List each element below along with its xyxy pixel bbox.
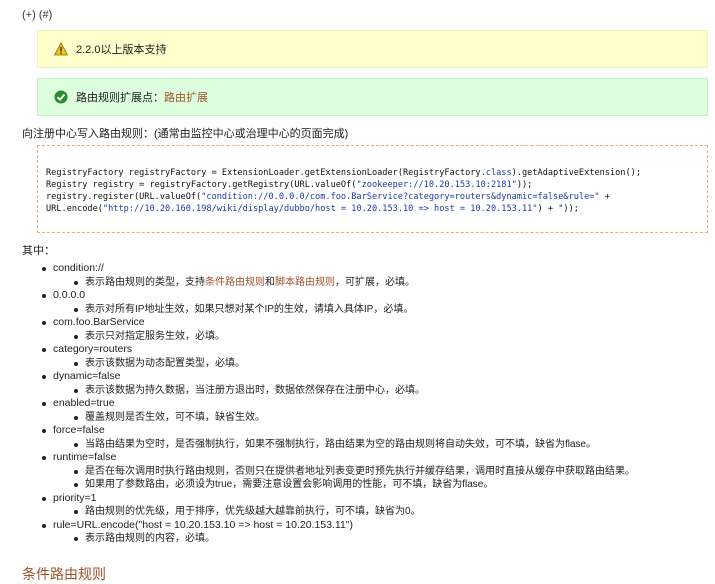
param-name: 0.0.0.0: [53, 289, 86, 301]
param-name: force=false: [53, 424, 105, 436]
param-desc: 表示路由规则的类型，支持条件路由规则和脚本路由规则，可扩展，必填。: [53, 276, 712, 290]
param-list: condition:// 表示路由规则的类型，支持条件路由规则和脚本路由规则，可…: [22, 262, 712, 546]
param-name: priority=1: [53, 491, 97, 504]
param-item: category=routers 表示该数据为动态配置类型，必填。: [22, 343, 712, 370]
expand-link[interactable]: (+): [22, 9, 36, 21]
param-item: condition:// 表示路由规则的类型，支持条件路由规则和脚本路由规则，可…: [22, 262, 712, 289]
param-name: runtime=false: [53, 451, 117, 463]
anchor-link[interactable]: (#): [39, 9, 52, 21]
param-desc: 当路由结果为空时，是否强制执行，如果不强制执行，路由结果为空的路由规则将自动失效…: [53, 438, 712, 452]
intro-text: 向注册中心写入路由规则：(通常由监控中心或治理中心的页面完成): [22, 128, 349, 140]
param-desc: 如果用了参数路由，必须设为true，需要注意设置会影响调用的性能，可不填，缺省为…: [53, 478, 712, 492]
param-desc: 覆盖规则是否生效，可不填，缺省生效。: [53, 411, 712, 425]
param-item: enabled=true 覆盖规则是否生效，可不填，缺省生效。: [22, 397, 712, 424]
param-desc: 表示对所有IP地址生效，如果只想对某个IP的生效，请填入具体IP，必填。: [53, 303, 712, 317]
param-desc: 路由规则的优先级，用于排序，优先级越大越靠前执行，可不填，缺省为0。: [53, 505, 712, 519]
code-block: RegistryFactory registryFactory = Extens…: [37, 145, 708, 233]
section-label: 其中：: [22, 245, 55, 257]
param-desc: 表示该数据为持久数据，当注册方退出时，数据依然保存在注册中心，必填。: [53, 384, 712, 398]
param-item: dynamic=false 表示该数据为持久数据，当注册方退出时，数据依然保存在…: [22, 370, 712, 397]
tip-prefix: 路由规则扩展点：: [76, 92, 164, 104]
param-name: category=routers: [53, 343, 133, 355]
param-item: runtime=false 是否在每次调用时执行路由规则，否则只在提供者地址列表…: [22, 451, 712, 492]
param-item: force=false 当路由结果为空时，是否强制执行，如果不强制执行，路由结果…: [22, 424, 712, 451]
extension-tip: 路由规则扩展点： 路由扩展: [37, 78, 708, 116]
param-name: dynamic=false: [53, 370, 121, 382]
param-desc: 表示路由规则的内容，必填。: [53, 532, 712, 546]
code-text: RegistryFactory registryFactory = Extens…: [46, 168, 642, 214]
param-desc: 是否在每次调用时执行路由规则，否则只在提供者地址列表变更时预先执行并缓存结果，调…: [53, 465, 712, 479]
param-item: com.foo.BarService 表示只对指定服务生效，必填。: [22, 316, 712, 343]
param-name: condition://: [53, 262, 104, 274]
condition-routing-heading: 条件路由规则: [22, 566, 106, 582]
param-item: priority=1 路由规则的优先级，用于排序，优先级越大越靠前执行，可不填，…: [22, 492, 712, 519]
version-warning: 2.2.0以上版本支持: [37, 30, 708, 68]
param-name: enabled=true: [53, 397, 115, 409]
param-desc: 表示该数据为动态配置类型，必填。: [53, 357, 712, 371]
param-item: 0.0.0.0 表示对所有IP地址生效，如果只想对某个IP的生效，请填入具体IP…: [22, 289, 712, 316]
param-item: rule=URL.encode("host = 10.20.153.10 => …: [22, 519, 712, 546]
condition-rule-link[interactable]: 条件路由规则: [205, 277, 265, 288]
param-name: com.foo.BarService: [53, 316, 145, 328]
top-links: (+) (#): [22, 9, 52, 21]
warning-icon: [54, 42, 68, 56]
check-icon: [54, 90, 68, 104]
warning-text: 2.2.0以上版本支持: [76, 44, 167, 56]
param-desc: 表示只对指定服务生效，必填。: [53, 330, 712, 344]
param-name: rule=URL.encode("host = 10.20.153.10 => …: [53, 518, 354, 531]
router-extension-link[interactable]: 路由扩展: [164, 89, 208, 105]
script-rule-link[interactable]: 脚本路由规则: [275, 277, 335, 288]
